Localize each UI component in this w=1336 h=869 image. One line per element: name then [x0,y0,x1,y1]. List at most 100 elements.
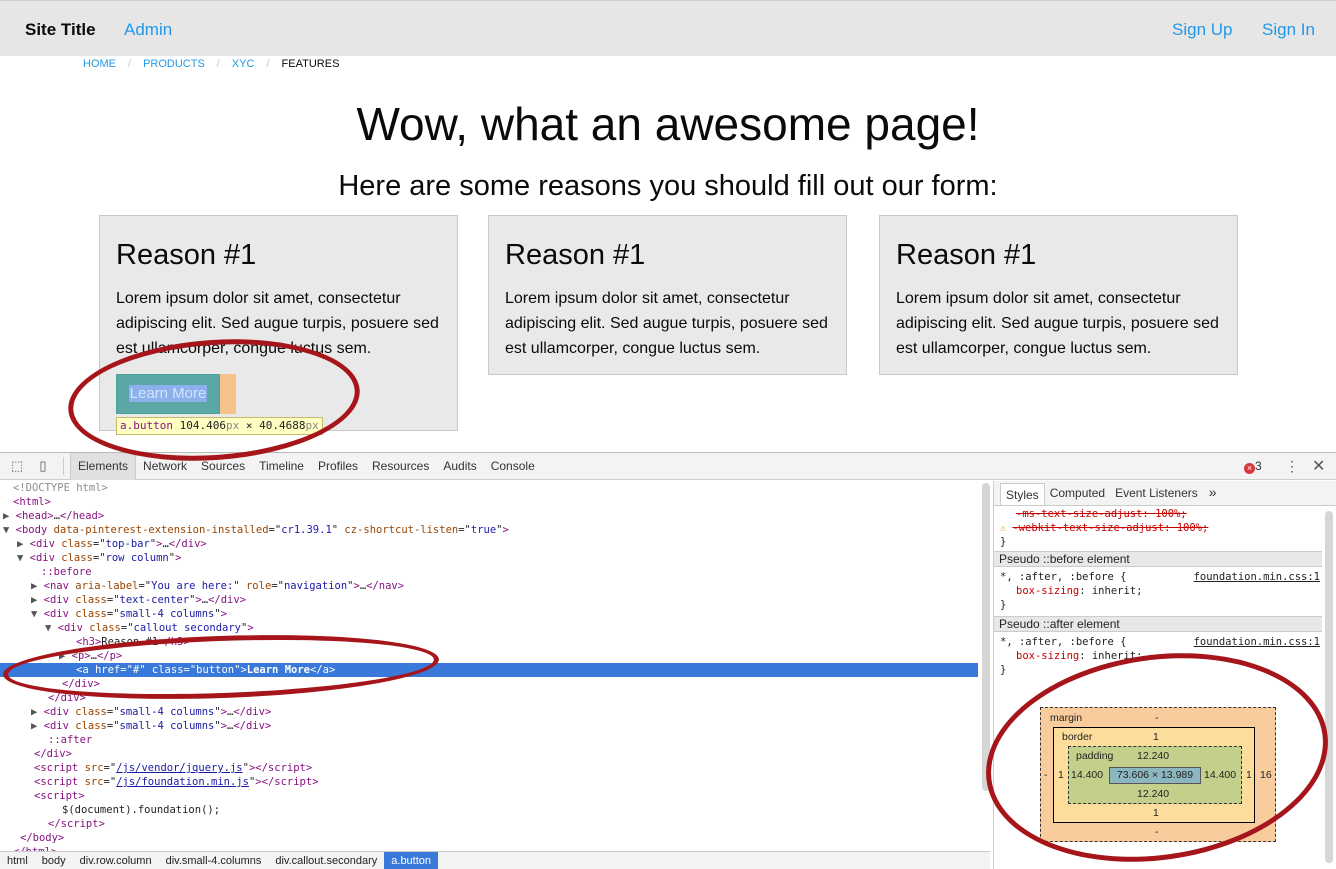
styles-scrollbar[interactable] [1325,511,1333,863]
dom-node[interactable]: <html> [0,495,978,509]
dom-node[interactable]: ▶ <div class="small-4 columns">…</div> [0,705,978,719]
border-label: border [1062,731,1093,743]
tab-profiles[interactable]: Profiles [311,453,365,480]
expand-triangle-icon[interactable]: ▶ [59,650,65,662]
tab-timeline[interactable]: Timeline [252,453,311,480]
inspect-element-icon[interactable]: ⬚ [9,458,25,474]
sign-in-link[interactable]: Sign In [1262,20,1315,40]
nav-admin-link[interactable]: Admin [124,20,172,40]
padding-left-value: 14.400 [1071,769,1104,781]
expand-triangle-icon[interactable]: ▼ [31,608,37,620]
tab-audits[interactable]: Audits [436,453,483,480]
dom-breadcrumb-item[interactable]: div.small-4.columns [159,852,269,869]
css-declaration[interactable]: -ms-text-size-adjust: 100%; [1000,507,1187,521]
breadcrumb-separator: / [128,58,132,70]
expand-triangle-icon[interactable]: ▶ [31,594,37,606]
dom-node[interactable]: <script src="/js/foundation.min.js"></sc… [0,775,978,789]
dom-node[interactable]: <!DOCTYPE html> [0,481,978,495]
site-title[interactable]: Site Title [25,20,96,40]
dom-node[interactable]: ▼ <div class="small-4 columns"> [0,607,978,621]
error-counter[interactable]: × 3 [1244,459,1262,474]
expand-triangle-icon[interactable]: ▶ [3,510,9,522]
dom-node[interactable]: </script> [0,817,978,831]
dom-node[interactable]: ▶ <div class="small-4 columns">…</div> [0,719,978,733]
border-bottom-value: 1 [1153,807,1159,819]
page-title: Wow, what an awesome page! [356,98,980,150]
dom-node[interactable]: </div> [0,747,978,761]
tab-elements[interactable]: Elements [70,453,137,480]
tab-resources[interactable]: Resources [365,453,436,480]
margin-right-value: 16 [1260,769,1272,781]
dom-breadcrumb-item[interactable]: div.callout.secondary [268,852,384,869]
dom-breadcrumb-item[interactable]: html [0,852,35,869]
expand-triangle-icon[interactable]: ▶ [31,580,37,592]
css-brace: } [1000,664,1007,676]
dom-scrollbar[interactable] [982,483,990,791]
dom-node[interactable]: ▶ <p>…</p> [0,649,978,663]
tab-event-listeners[interactable]: Event Listeners [1110,481,1203,505]
close-icon[interactable]: ✕ [1312,456,1325,476]
tab-sources[interactable]: Sources [194,453,252,480]
css-source-link[interactable]: foundation.min.css:1 [1194,570,1320,584]
tab-console[interactable]: Console [484,453,542,480]
page-subtitle: Here are some reasons you should fill ou… [338,170,998,202]
dom-node[interactable]: ▶ <head>…</head> [0,509,978,523]
breadcrumb-xyc[interactable]: XYC [232,58,255,70]
border-top-value: 1 [1153,731,1159,743]
padding-label: padding [1076,750,1114,762]
expand-triangle-icon[interactable]: ▶ [31,706,37,718]
dom-node[interactable]: ▶ <div class="top-bar">…</div> [0,537,978,551]
css-source-link[interactable]: foundation.min.css:1 [1194,635,1320,649]
more-tabs-icon[interactable]: » [1203,481,1223,505]
dom-node[interactable]: </body> [0,831,978,845]
breadcrumb-home[interactable]: HOME [83,58,116,70]
dom-node-selected[interactable]: <a href="#" class="button">Learn More</a… [0,663,978,677]
css-declaration[interactable]: ⚠ -webkit-text-size-adjust: 100%; [1000,521,1208,535]
sign-up-link[interactable]: Sign Up [1172,20,1232,40]
dom-node[interactable]: ▼ <body data-pinterest-extension-install… [0,523,978,537]
dom-breadcrumb-item[interactable]: a.button [384,852,439,869]
expand-triangle-icon[interactable]: ▶ [31,720,37,732]
devtools-toolbar: ⬚ ▯ Elements Network Sources Timeline Profil… [0,453,1336,480]
css-selector[interactable]: *, :after, :before { [1000,570,1126,584]
dom-node[interactable]: ▶ <div class="text-center">…</div> [0,593,978,607]
devtools-tabs: Elements Network Sources Timeline Profiles Re… [70,453,542,480]
expand-triangle-icon[interactable]: ▶ [17,538,23,550]
device-mode-icon[interactable]: ▯ [35,458,51,474]
box-model-content: 73.606 × 13.989 [1109,767,1201,784]
dom-node[interactable]: ▼ <div class="row column"> [0,551,978,565]
margin-bottom-value: - [1155,826,1159,838]
breadcrumb-products[interactable]: PRODUCTS [143,58,205,70]
callout-card: Reason #1 Lorem ipsum dolor sit amet, co… [879,215,1238,375]
top-bar: Site Title Admin Sign Up Sign In [0,0,1336,56]
callout-title: Reason #1 [896,239,1037,271]
dom-node[interactable]: ::after [0,733,978,747]
expand-triangle-icon[interactable]: ▼ [3,524,9,536]
dom-node[interactable]: ▼ <div class="callout secondary"> [0,621,978,635]
css-selector[interactable]: *, :after, :before { [1000,635,1126,649]
dom-node[interactable]: </div> [0,677,978,691]
dom-tree[interactable]: <!DOCTYPE html> <html> ▶ <head>…</head> ▼ <… [0,481,980,851]
dom-node[interactable]: <script> [0,789,978,803]
dom-breadcrumb-item[interactable]: div.row.column [73,852,159,869]
tab-network[interactable]: Network [136,453,194,480]
more-menu-icon[interactable]: ⋮ [1285,458,1299,475]
learn-more-button[interactable]: Learn More [116,374,220,414]
dom-node[interactable]: ▶ <nav aria-label="You are here:" role="… [0,579,978,593]
devtools-panel: ⬚ ▯ Elements Network Sources Timeline Profil… [0,452,1336,869]
callout-title: Reason #1 [116,239,257,271]
dom-node[interactable]: $(document).foundation(); [0,803,978,817]
learn-more-highlight: Learn More [116,374,236,414]
dom-node[interactable]: </div> [0,691,978,705]
dom-node[interactable]: ::before [0,565,978,579]
expand-triangle-icon[interactable]: ▼ [17,552,23,564]
dom-node[interactable]: <script src="/js/vendor/jquery.js"></scr… [0,761,978,775]
dom-breadcrumb-item[interactable]: body [35,852,73,869]
margin-left-value: - [1044,769,1048,781]
css-declaration[interactable]: box-sizing: inherit; [1000,584,1142,598]
tab-computed[interactable]: Computed [1045,481,1110,505]
css-declaration[interactable]: box-sizing: inherit; [1000,649,1142,663]
tab-styles[interactable]: Styles [1000,483,1045,505]
dom-node[interactable]: <h3>Reason #1</h3> [0,635,978,649]
expand-triangle-icon[interactable]: ▼ [45,622,51,634]
